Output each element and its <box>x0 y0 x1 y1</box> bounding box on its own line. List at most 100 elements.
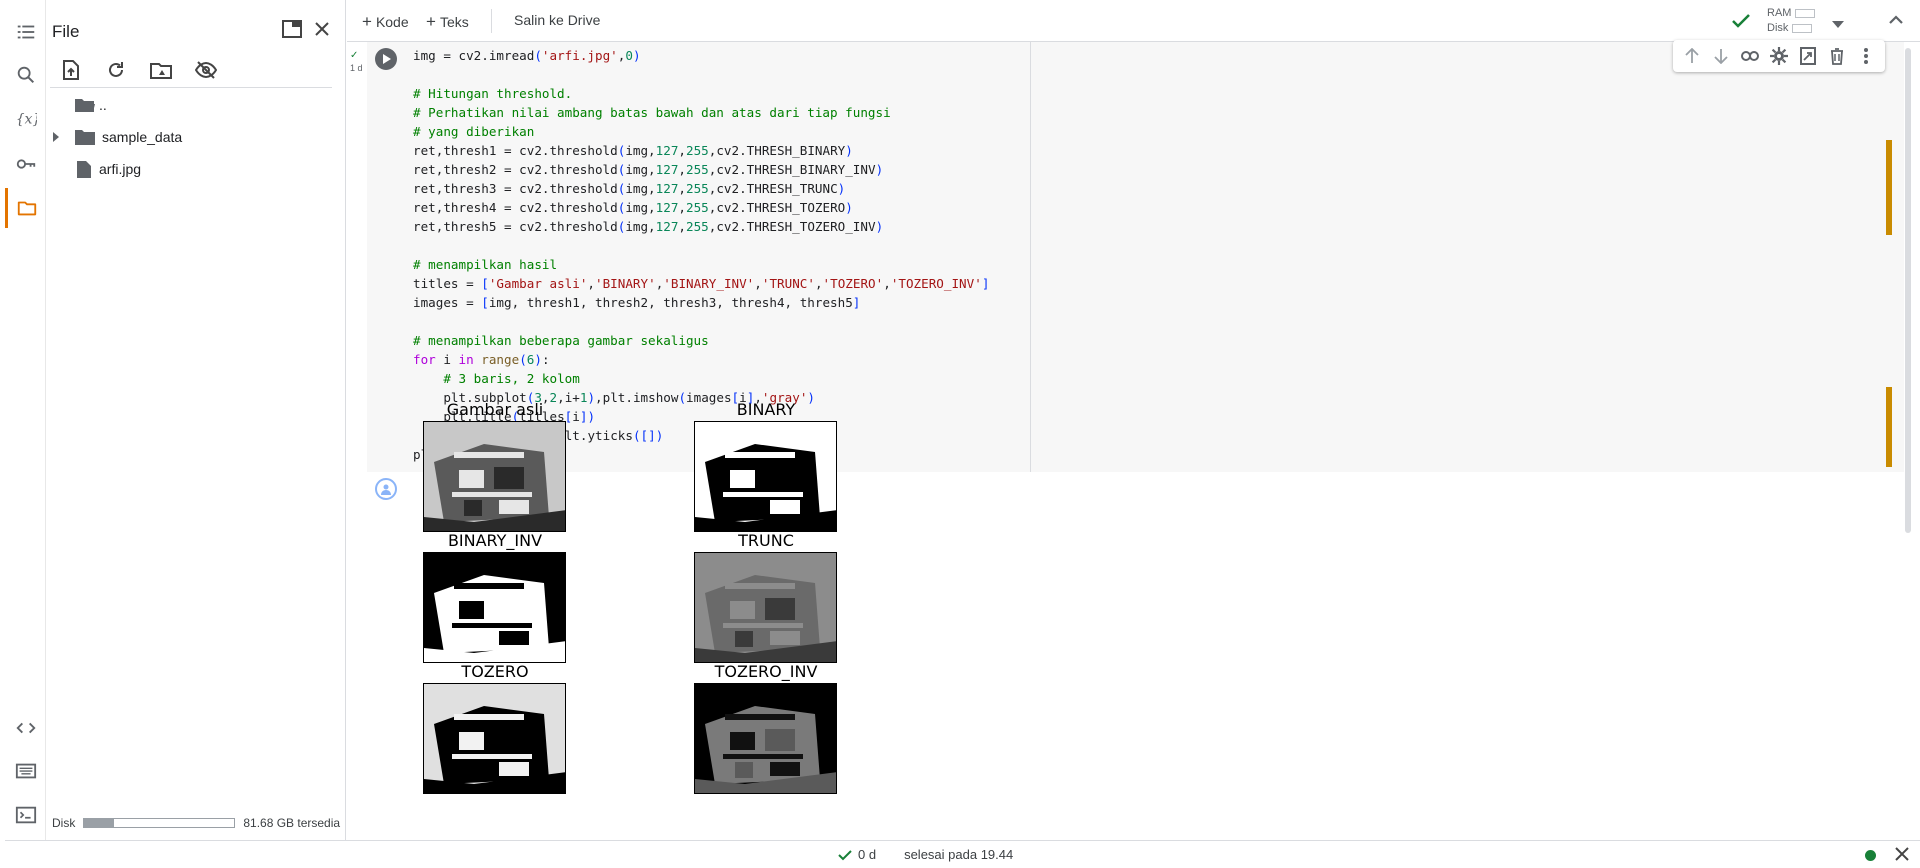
copy-to-drive-button[interactable]: Salin ke Drive <box>514 12 600 28</box>
panel-divider <box>50 87 332 88</box>
hide-files-icon[interactable] <box>191 56 221 84</box>
code-line[interactable]: ret,thresh2 = cv2.threshold(img,127,255,… <box>413 160 989 179</box>
collapse-header-icon[interactable] <box>1888 12 1904 30</box>
files-panel: File .. sample_data arfi.jpg Disk 81.68 … <box>46 0 346 840</box>
terminal-icon[interactable] <box>5 795 46 835</box>
ram-label: RAM <box>1767 7 1792 19</box>
delete-cell-icon[interactable] <box>1825 44 1849 68</box>
mount-drive-icon[interactable] <box>146 56 176 84</box>
disk-free-text: 81.68 GB tersedia <box>243 816 341 830</box>
table-of-contents-icon[interactable] <box>5 12 46 52</box>
panel-title: File <box>52 22 80 41</box>
code-line[interactable] <box>413 312 989 331</box>
add-code-button[interactable]: + Kode <box>362 12 409 32</box>
code-line[interactable]: # yang diberikan <box>413 122 989 141</box>
code-line[interactable]: # menampilkan hasil <box>413 255 989 274</box>
disk-usage-bar <box>83 818 236 828</box>
notebook-area: ✓ 1 d img = cv2.imread('arfi.jpg',0) # H… <box>347 40 1920 840</box>
code-line[interactable]: ret,thresh4 = cv2.threshold(img,127,255,… <box>413 198 989 217</box>
plot-title: BINARY_INV <box>447 531 543 550</box>
close-status-icon[interactable] <box>1895 847 1909 864</box>
plot-title: Gambar asli <box>446 400 544 419</box>
code-line[interactable]: ret,thresh3 = cv2.threshold(img,127,255,… <box>413 179 989 198</box>
run-cell-button[interactable] <box>375 48 397 70</box>
plot-title: BINARY <box>736 400 796 419</box>
disk-label: Disk <box>52 816 76 830</box>
resource-monitor[interactable]: RAM Disk <box>1767 6 1816 36</box>
plot-title: TOZERO_INV <box>714 662 818 681</box>
tree-item-label: arfi.jpg <box>99 161 142 177</box>
plot-image-binary <box>694 421 837 532</box>
tree-item-label: .. <box>99 97 107 113</box>
file-icon <box>77 160 91 178</box>
add-text-label: Teks <box>439 14 469 30</box>
code-ruler <box>1030 42 1031 472</box>
search-icon[interactable] <box>5 55 46 95</box>
svg-text:{x}: {x} <box>15 112 36 128</box>
success-check-icon <box>838 849 852 860</box>
plot-image-gray <box>423 421 566 532</box>
folder-open-icon <box>75 99 95 112</box>
plot-image-binary_inv <box>423 552 566 663</box>
code-line[interactable] <box>413 236 989 255</box>
cell-toolbar <box>1673 40 1885 72</box>
files-folder-icon[interactable] <box>5 188 46 228</box>
settings-gear-icon[interactable] <box>1767 44 1791 68</box>
secrets-key-icon[interactable] <box>5 144 46 184</box>
plus-icon: + <box>426 12 436 31</box>
refresh-icon[interactable] <box>101 56 131 84</box>
code-line[interactable]: titles = ['Gambar asli','BINARY','BINARY… <box>413 274 989 293</box>
code-line[interactable]: img = cv2.imread('arfi.jpg',0) <box>413 46 989 65</box>
expand-arrow-icon[interactable] <box>51 132 61 142</box>
play-icon <box>383 54 391 64</box>
tree-item-label: sample_data <box>102 129 183 145</box>
status-bar: 0 d selesai pada 19.44 <box>5 840 1920 868</box>
add-text-button[interactable]: + Teks <box>426 12 469 32</box>
disk-usage: Disk 81.68 GB tersedia <box>52 816 340 830</box>
disk-usage-fill <box>84 819 115 827</box>
open-in-tab-icon[interactable] <box>278 15 306 43</box>
move-up-icon[interactable] <box>1680 44 1704 68</box>
code-snippets-icon[interactable] <box>5 708 46 748</box>
code-line[interactable]: ret,thresh1 = cv2.threshold(img,127,255,… <box>413 141 989 160</box>
variables-icon[interactable]: {x} <box>5 99 46 139</box>
output-actions-icon[interactable] <box>375 478 397 500</box>
code-line[interactable] <box>413 65 989 84</box>
plot-image-trunc <box>694 552 837 663</box>
connection-status-dot <box>1865 850 1876 861</box>
code-line[interactable]: images = [img, thresh1, thresh2, thresh3… <box>413 293 989 312</box>
change-marker <box>1886 140 1892 235</box>
code-line[interactable]: ret,thresh5 = cv2.threshold(img,127,255,… <box>413 217 989 236</box>
left-icon-rail: {x} <box>5 0 46 840</box>
more-options-icon[interactable] <box>1854 44 1878 68</box>
code-line[interactable]: # Hitungan threshold. <box>413 84 989 103</box>
link-icon[interactable] <box>1738 44 1762 68</box>
plot-title: TRUNC <box>738 531 794 550</box>
plot-title: TOZERO <box>461 662 529 681</box>
upload-file-icon[interactable] <box>56 56 86 84</box>
mirror-cell-icon[interactable] <box>1796 44 1820 68</box>
connected-check-icon[interactable] <box>1731 12 1751 35</box>
plus-icon: + <box>362 12 372 31</box>
add-code-label: Kode <box>375 14 409 30</box>
code-line[interactable]: for i in range(6): <box>413 350 989 369</box>
move-down-icon[interactable] <box>1709 44 1733 68</box>
code-line[interactable]: # menampilkan beberapa gambar sekaligus <box>413 331 989 350</box>
scrollbar-thumb[interactable] <box>1905 48 1911 533</box>
disk-label: Disk <box>1767 22 1789 34</box>
change-marker <box>1886 387 1892 467</box>
tree-item-sample-data[interactable]: sample_data <box>51 124 182 150</box>
plot-image-tozero_inv <box>694 683 837 794</box>
tree-item-parent[interactable]: .. <box>74 92 107 118</box>
runtime-menu-chevron-icon[interactable] <box>1832 16 1844 34</box>
code-line[interactable]: # Perhatikan nilai ambang batas bawah da… <box>413 103 989 122</box>
close-panel-icon[interactable] <box>308 15 336 43</box>
ram-bar <box>1795 8 1816 18</box>
execution-summary[interactable]: 0 d selesai pada 19.44 <box>838 847 1013 862</box>
plot-image-tozero <box>423 683 566 794</box>
code-line[interactable]: # 3 baris, 2 kolom <box>413 369 989 388</box>
execution-status: ✓ 1 d <box>350 50 370 74</box>
command-palette-icon[interactable] <box>5 751 46 791</box>
tree-item-arfi-jpg[interactable]: arfi.jpg <box>76 156 141 182</box>
folder-icon <box>75 130 95 145</box>
